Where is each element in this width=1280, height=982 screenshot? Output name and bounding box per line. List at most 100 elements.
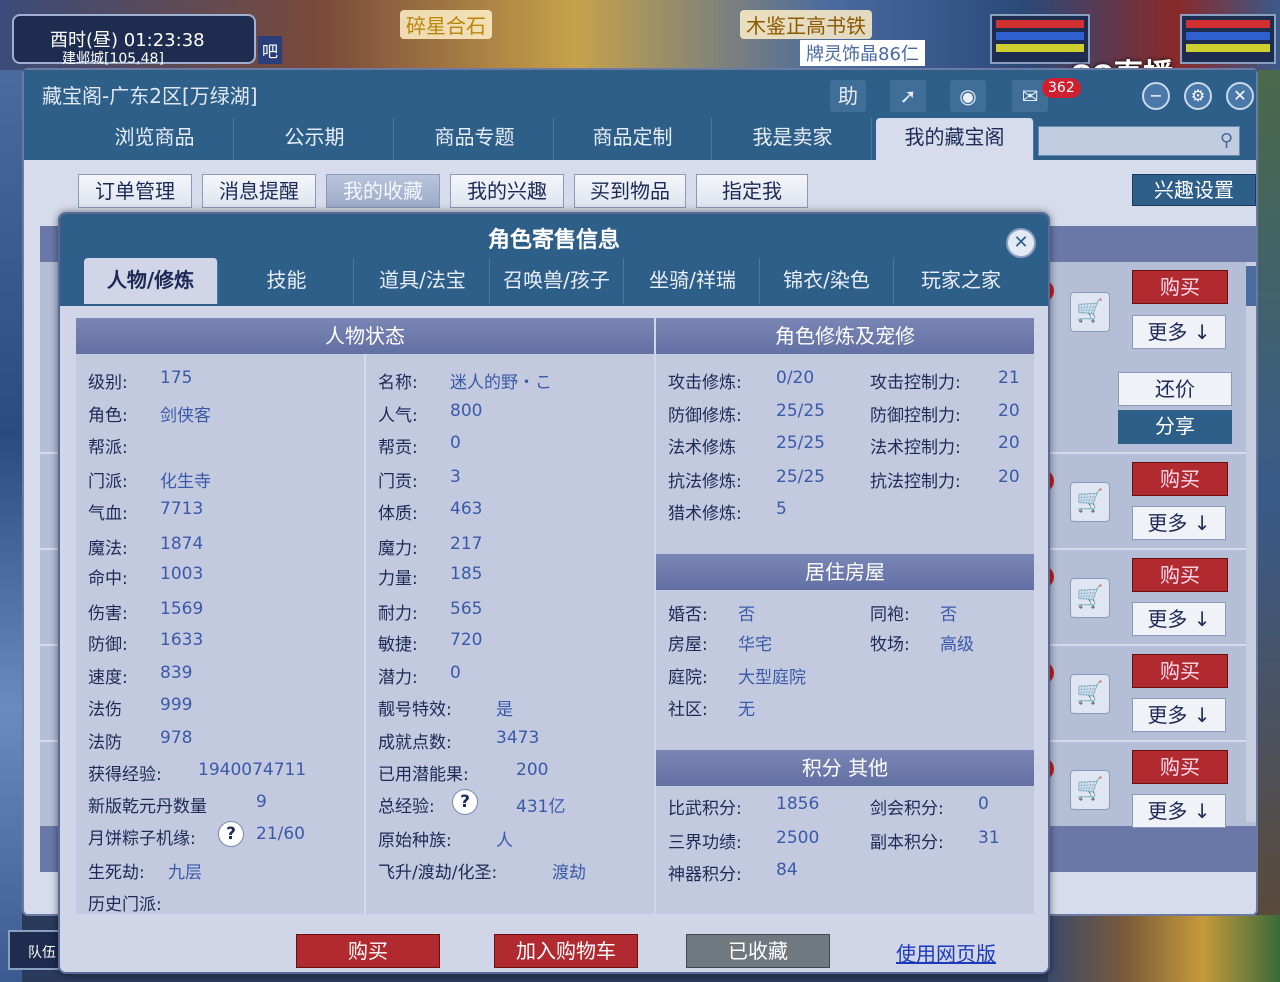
- role-sale-info-dialog: 角色寄售信息 ✕ 人物/修炼 技能 道具/法宝 召唤兽/孩子 坐骑/祥瑞 锦衣/…: [58, 212, 1050, 974]
- share-button[interactable]: 分享: [1118, 410, 1232, 444]
- nav-tab-seller[interactable]: 我是卖家: [714, 118, 872, 160]
- list-scroll-thumb[interactable]: [1246, 266, 1256, 306]
- list-buy-button[interactable]: 购买: [1132, 654, 1228, 688]
- cart-icon[interactable]: 🛒: [1070, 292, 1110, 332]
- sub-tab-messages[interactable]: 消息提醒: [202, 174, 316, 208]
- field-magic-damage: 法伤 999: [88, 695, 193, 720]
- nav-tab-custom[interactable]: 商品定制: [554, 118, 712, 160]
- close-icon[interactable]: ✕: [1226, 82, 1254, 110]
- cart-icon[interactable]: 🛒: [1070, 674, 1110, 714]
- field-damage: 伤害: 1569: [88, 599, 204, 624]
- field-achievement: 成就点数: 3473: [378, 728, 540, 753]
- nav-tab-browse[interactable]: 浏览商品: [76, 118, 234, 160]
- field-pvp-points: 比武积分: 1856: [668, 794, 820, 819]
- nav-tab-my-pavilion[interactable]: 我的藏宝阁: [876, 118, 1034, 160]
- field-artifact-points: 神器积分: 84: [668, 860, 798, 885]
- cultivation-panel: 角色修炼及宠修 攻击修炼: 0/20 防御修炼: 25/25 法术修炼 25/25 抗…: [656, 318, 1034, 914]
- field-hp: 气血: 7713: [88, 499, 204, 524]
- game-right-strip: [1258, 70, 1280, 920]
- game-left-strip: [0, 70, 22, 982]
- list-buy-button[interactable]: 购买: [1132, 558, 1228, 592]
- housing-header: 居住房屋: [656, 554, 1034, 590]
- close-icon[interactable]: ✕: [1006, 228, 1036, 258]
- field-guild-contrib: 帮贡: 0: [378, 433, 461, 458]
- favorited-button[interactable]: 已收藏: [686, 934, 830, 968]
- cart-icon[interactable]: 🛒: [1070, 770, 1110, 810]
- field-resist-cultivation: 抗法修炼: 25/25: [668, 467, 825, 492]
- character-status-header: 人物状态: [76, 318, 654, 354]
- field-sword-points: 剑会积分: 0: [870, 794, 989, 819]
- cc-live-logo: CC直播: [1070, 50, 1173, 70]
- field-sworn: 同袍: 否: [870, 605, 957, 625]
- list-scrollbar[interactable]: [1246, 262, 1256, 822]
- field-name: 名称: 迷人的野・こ: [378, 373, 552, 393]
- tab-player-home[interactable]: 玩家之家: [894, 258, 1028, 304]
- message-count-badge: 362: [1042, 78, 1081, 98]
- field-community: 社区: 无: [668, 700, 755, 720]
- sub-tab-orders[interactable]: 订单管理: [78, 174, 192, 208]
- buy-button[interactable]: 购买: [296, 934, 440, 968]
- field-speed: 速度: 839: [88, 663, 193, 688]
- field-strength: 力量: 185: [378, 564, 483, 589]
- field-attack-control: 攻击控制力: 21: [870, 368, 1020, 393]
- field-potential: 潜力: 0: [378, 663, 461, 688]
- field-magic-control: 法术控制力: 20: [870, 433, 1020, 458]
- points-header: 积分 其他: [656, 750, 1034, 786]
- sub-tab-favorites[interactable]: 我的收藏: [326, 174, 440, 208]
- cart-icon[interactable]: 🛒: [1070, 578, 1110, 618]
- field-attack-cultivation: 攻击修炼: 0/20: [668, 368, 815, 393]
- character-status-panel: 人物状态 级别: 175 角色: 剑侠客 帮派: 门派: 化生寺 气血: 7713 魔法…: [76, 318, 654, 915]
- add-to-cart-button[interactable]: 加入购物车: [494, 934, 638, 968]
- tab-outfits[interactable]: 锦衣/染色: [760, 258, 894, 304]
- field-defense-cultivation: 防御修炼: 25/25: [668, 401, 825, 426]
- gear-icon[interactable]: ⚙: [1184, 82, 1212, 110]
- tab-items[interactable]: 道具/法宝: [356, 258, 490, 304]
- field-history-sect: 历史门派:: [88, 895, 162, 915]
- record-icon[interactable]: ◉: [950, 80, 986, 112]
- help-button[interactable]: 助: [830, 80, 866, 112]
- sub-tab-assigned[interactable]: 指定我: [696, 174, 808, 208]
- list-more-button[interactable]: 更多 ↓: [1132, 602, 1226, 636]
- cart-icon[interactable]: 🛒: [1070, 482, 1110, 522]
- search-input[interactable]: ⚲: [1038, 126, 1240, 156]
- field-married: 婚否: 否: [668, 605, 755, 625]
- nav-tab-topics[interactable]: 商品专题: [396, 118, 554, 160]
- list-more-button[interactable]: 更多 ↓: [1132, 315, 1226, 349]
- interest-settings-button[interactable]: 兴趣设置: [1132, 174, 1256, 206]
- question-icon[interactable]: ?: [452, 789, 478, 815]
- list-more-button[interactable]: 更多 ↓: [1132, 794, 1226, 828]
- list-more-button[interactable]: 更多 ↓: [1132, 506, 1226, 540]
- sub-tab-purchased[interactable]: 买到物品: [574, 174, 686, 208]
- bargain-button[interactable]: 还价: [1118, 372, 1232, 406]
- game-bar-label: 吧: [258, 36, 283, 64]
- sub-tab-interests[interactable]: 我的兴趣: [450, 174, 564, 208]
- share-arrow-icon[interactable]: ➚: [890, 80, 926, 112]
- field-defense-control: 防御控制力: 20: [870, 401, 1020, 426]
- tab-skills[interactable]: 技能: [220, 258, 354, 304]
- web-version-link[interactable]: 使用网页版: [896, 938, 996, 967]
- field-ranch: 牧场: 高级: [870, 635, 974, 655]
- game-bottom-toolbar[interactable]: [1048, 915, 1280, 982]
- tab-character[interactable]: 人物/修炼: [84, 258, 218, 304]
- tab-pets[interactable]: 召唤兽/孩子: [490, 258, 624, 304]
- field-mp: 魔法: 1874: [88, 534, 204, 559]
- list-buy-button[interactable]: 购买: [1132, 462, 1228, 496]
- list-buy-button[interactable]: 购买: [1132, 270, 1228, 304]
- tab-mounts[interactable]: 坐骑/祥瑞: [626, 258, 760, 304]
- field-sect: 门派: 化生寺: [88, 472, 211, 492]
- minimize-icon[interactable]: −: [1142, 82, 1170, 110]
- list-buy-button[interactable]: 购买: [1132, 750, 1228, 784]
- cultivation-header: 角色修炼及宠修: [656, 318, 1034, 354]
- search-icon[interactable]: ⚲: [1220, 130, 1233, 151]
- field-mooncake-chance: 月饼粽子机缘:? 21/60: [88, 821, 305, 852]
- list-more-button[interactable]: 更多 ↓: [1132, 698, 1226, 732]
- list-more-label: 更多: [1147, 799, 1188, 823]
- field-defense: 防御: 1633: [88, 630, 204, 655]
- field-guild: 帮派:: [88, 438, 128, 458]
- field-ascension: 飞升/渡劫/化圣: 渡劫: [378, 863, 586, 883]
- question-icon[interactable]: ?: [218, 821, 244, 847]
- field-magic-defense: 法防 978: [88, 728, 193, 753]
- nav-tab-publicity[interactable]: 公示期: [236, 118, 394, 160]
- field-hunting-cultivation: 猎术修炼: 5: [668, 499, 787, 524]
- main-nav: 浏览商品 公示期 商品专题 商品定制 我是卖家 我的藏宝阁 ⚲: [24, 118, 1256, 160]
